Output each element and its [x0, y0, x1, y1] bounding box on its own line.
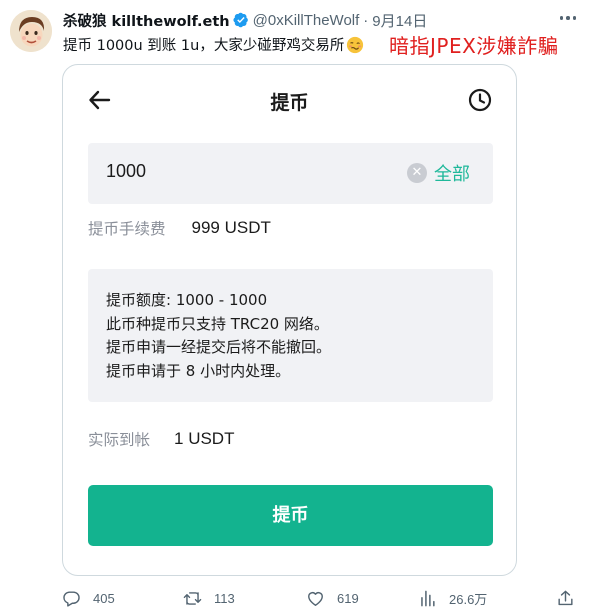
- avatar[interactable]: [10, 10, 52, 52]
- screen-title: 提币: [270, 92, 309, 114]
- tweet-date[interactable]: 9月14日: [372, 10, 427, 31]
- media-card[interactable]: 提币 1000 ✕ 全部 提币手续费 999 USDT 提币额度: 1000 -…: [62, 64, 517, 576]
- display-name[interactable]: 杀破狼 killthewolf.eth: [63, 10, 230, 31]
- retweet-button[interactable]: 113: [183, 587, 235, 609]
- woozy-face-emoji-icon: [347, 36, 364, 53]
- received-value: 1 USDT: [174, 429, 235, 448]
- fee-label: 提币手续费: [88, 220, 166, 238]
- retweet-count: 113: [214, 590, 235, 606]
- all-amount-button[interactable]: 全部: [434, 160, 470, 186]
- reply-icon: [63, 590, 80, 607]
- more-options-icon[interactable]: [559, 16, 576, 20]
- tweet-body: 提币 1000u 到账 1u，大家少碰野鸡交易所: [63, 38, 345, 54]
- heart-icon: [308, 591, 323, 606]
- fee-row: 提币手续费 999 USDT: [88, 216, 271, 240]
- notice-line: 提币申请于 8 小时内处理。: [106, 361, 291, 380]
- reply-count: 405: [93, 590, 115, 606]
- header-separator: ·: [363, 11, 369, 29]
- avatar-face-icon: [10, 10, 52, 52]
- tweet-text: 提币 1000u 到账 1u，大家少碰野鸡交易所: [63, 34, 364, 55]
- like-count: 619: [337, 590, 359, 606]
- views-count: 26.6万: [449, 591, 488, 607]
- withdraw-notice: 提币额度: 1000 - 1000 此币种提币只支持 TRC20 网络。 提币申…: [88, 269, 493, 402]
- verified-badge-icon: [233, 12, 248, 28]
- retweet-icon: [183, 591, 202, 605]
- notice-line: 此币种提币只支持 TRC20 网络。: [106, 314, 329, 333]
- user-handle[interactable]: @0xKillTheWolf: [253, 12, 360, 29]
- notice-line: 提币申请一经提交后将不能撤回。: [106, 338, 332, 356]
- fee-value: 999 USDT: [191, 218, 271, 237]
- amount-input[interactable]: 1000 ✕ 全部: [88, 143, 493, 204]
- withdraw-submit-button[interactable]: 提币: [88, 485, 493, 546]
- history-clock-icon[interactable]: [467, 87, 493, 113]
- tweet-header: 杀破狼 killthewolf.eth @0xKillTheWolf · 9月1…: [63, 10, 427, 30]
- overlay-caption: 暗指JPEX涉嫌詐騙: [389, 34, 559, 58]
- share-icon: [558, 590, 573, 605]
- views-button[interactable]: 26.6万: [418, 587, 487, 609]
- received-label: 实际到帐: [88, 431, 151, 449]
- clear-input-icon[interactable]: ✕: [407, 163, 427, 183]
- tweet-actions: 405 113 619 26.6万: [62, 587, 582, 609]
- reply-button[interactable]: 405: [62, 587, 115, 609]
- analytics-bars-icon: [421, 590, 435, 606]
- amount-value[interactable]: 1000: [106, 161, 146, 182]
- share-button[interactable]: [556, 587, 587, 609]
- like-button[interactable]: 619: [306, 587, 359, 609]
- received-row: 实际到帐 1 USDT: [88, 427, 234, 451]
- notice-line: 提币额度: 1000 - 1000: [106, 291, 268, 309]
